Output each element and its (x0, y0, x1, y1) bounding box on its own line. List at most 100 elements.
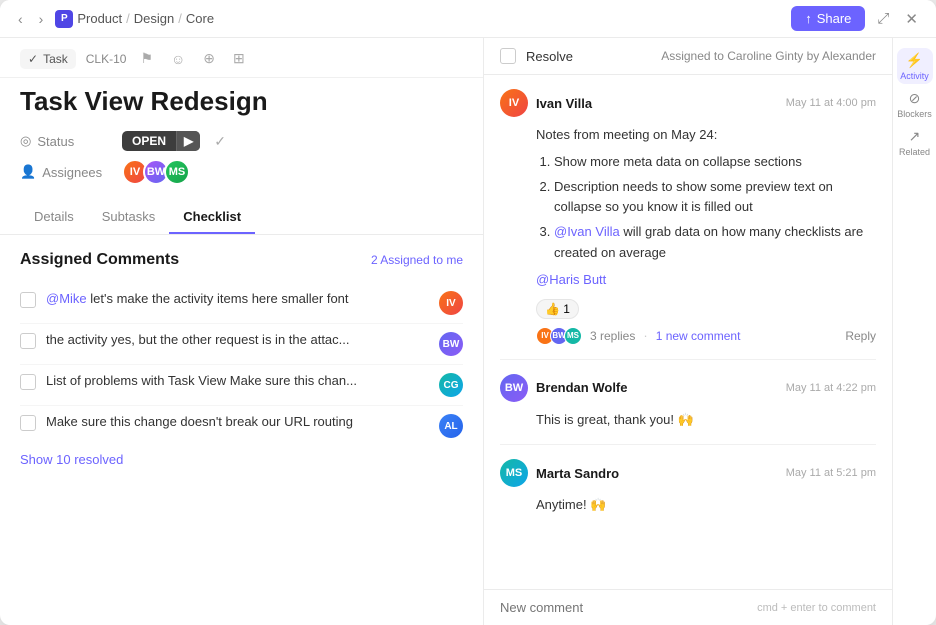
comment-ivan-username: Ivan Villa (536, 96, 592, 111)
status-row: ◎ Status OPEN ▶ ✓ (20, 131, 463, 151)
status-text: OPEN (122, 131, 176, 151)
mention-haris[interactable]: @Haris Butt (536, 272, 606, 287)
titlebar: ‹ › P Product / Design / Core ↑ Share ⤢ … (0, 0, 936, 38)
sidebar-activity-button[interactable]: ⚡ Activity (897, 48, 933, 84)
status-icon: ◎ (20, 133, 31, 149)
titlebar-left: ‹ › P Product / Design / Core (14, 9, 214, 29)
tab-checklist[interactable]: Checklist (169, 201, 255, 234)
comment-marta-username: Marta Sandro (536, 466, 619, 481)
task-tag-icon: ✓ (28, 52, 38, 66)
resolve-label: Resolve (526, 49, 573, 64)
comment-brendan-username: Brendan Wolfe (536, 380, 628, 395)
resolve-checkbox[interactable] (500, 48, 516, 64)
comment-brendan-text: This is great, thank you! 🙌 (536, 410, 876, 431)
comment-brendan-body: This is great, thank you! 🙌 (500, 410, 876, 431)
comment-marta-time: May 11 at 5:21 pm (786, 467, 876, 479)
status-dropdown-arrow[interactable]: ▶ (176, 131, 200, 151)
assignees-avatars: IV BW MS (122, 159, 190, 185)
task-title-area: Task View Redesign (0, 78, 483, 121)
mention-mike[interactable]: @Mike (46, 291, 87, 306)
task-title: Task View Redesign (20, 86, 463, 117)
expand-button[interactable]: ⤢ (873, 6, 893, 31)
mention-ivan-villa[interactable]: @Ivan Villa (554, 224, 620, 239)
comment-brendan-avatar: BW (500, 374, 528, 402)
task-tag: ✓ Task (20, 49, 76, 69)
comment-brendan-header: BW Brendan Wolfe May 11 at 4:22 pm (500, 374, 876, 402)
checklist-item-3: List of problems with Task View Make sur… (20, 365, 463, 406)
status-pill[interactable]: OPEN ▶ (122, 131, 200, 151)
activity-panel: Resolve Assigned to Caroline Ginty by Al… (484, 38, 892, 625)
comment-marta-body: Anytime! 🙌 (500, 495, 876, 516)
new-comment-badge[interactable]: 1 new comment (656, 329, 741, 343)
task-toolbar: ✓ Task CLK-10 ⚑ ☺ ⊕ ⊞ (0, 38, 483, 78)
share-button[interactable]: ↑ Share (791, 6, 865, 31)
related-icon: ↗ (909, 128, 921, 145)
close-button[interactable]: ✕ (901, 6, 922, 32)
assignees-row: 👤 Assignees IV BW MS (20, 159, 463, 185)
breadcrumb-core: Core (186, 11, 214, 26)
checklist-checkbox-1[interactable] (20, 292, 36, 308)
checklist-text-2: the activity yes, but the other request … (46, 332, 429, 347)
comment-marta: MS Marta Sandro May 11 at 5:21 pm Anytim… (500, 445, 876, 530)
activity-icon: ⚡ (906, 52, 923, 69)
back-button[interactable]: ‹ (14, 9, 27, 29)
tag-icon[interactable]: ⊕ (199, 48, 219, 69)
breadcrumb: P Product / Design / Core (55, 10, 214, 28)
reaction-bar-ivan: 👍 1 (500, 299, 876, 319)
reaction-thumbsup[interactable]: 👍 1 (536, 299, 579, 319)
titlebar-right: ↑ Share ⤢ ✕ (791, 6, 922, 32)
checklist-avatar-1: IV (439, 291, 463, 315)
comment-hint: cmd + enter to comment (757, 602, 876, 614)
assigned-count[interactable]: 2 Assigned to me (371, 253, 463, 267)
assignees-label: 👤 Assignees (20, 164, 110, 180)
share-label: Share (817, 11, 852, 26)
checklist-item-1: @Mike let's make the activity items here… (20, 283, 463, 324)
activity-label: Activity (900, 71, 929, 81)
comment-ivan: IV Ivan Villa May 11 at 4:00 pm Notes fr… (500, 75, 876, 360)
tab-subtasks[interactable]: Subtasks (88, 201, 169, 234)
right-panel: Resolve Assigned to Caroline Ginty by Al… (484, 38, 936, 625)
status-check-button[interactable]: ✓ (214, 133, 226, 150)
comment-brendan: BW Brendan Wolfe May 11 at 4:22 pm This … (500, 360, 876, 446)
sidebar-blockers-button[interactable]: ⊘ Blockers (897, 86, 933, 122)
tabs: Details Subtasks Checklist (0, 201, 483, 235)
checklist-avatar-3: CG (439, 373, 463, 397)
reply-link-ivan[interactable]: Reply (845, 329, 876, 343)
image-icon[interactable]: ⊞ (229, 48, 249, 69)
show-resolved-link[interactable]: Show 10 resolved (20, 452, 463, 467)
blockers-label: Blockers (897, 109, 932, 119)
comment-ivan-intro: Notes from meeting on May 24: (536, 125, 876, 146)
comment-input-field[interactable] (500, 600, 757, 615)
comment-input-row: cmd + enter to comment (500, 600, 876, 615)
left-panel: ✓ Task CLK-10 ⚑ ☺ ⊕ ⊞ Task View Redesign… (0, 38, 484, 625)
comment-ivan-time: May 11 at 4:00 pm (786, 97, 876, 109)
share-icon: ↑ (805, 11, 812, 26)
task-tag-label: Task (43, 52, 68, 66)
comment-ivan-list-item-2: Description needs to show some preview t… (554, 177, 876, 219)
flag-icon[interactable]: ⚑ (136, 48, 157, 69)
replies-count[interactable]: 3 replies (590, 329, 635, 343)
replies-bar-ivan: IV BW MS 3 replies · 1 new comment Reply (500, 327, 876, 345)
checklist-header: Assigned Comments 2 Assigned to me (20, 251, 463, 269)
status-label: ◎ Status (20, 133, 110, 149)
task-meta: ◎ Status OPEN ▶ ✓ 👤 Assignees (0, 121, 483, 195)
comment-ivan-list: Show more meta data on collapse sections… (536, 152, 876, 264)
checklist-checkbox-3[interactable] (20, 374, 36, 390)
reply-avatars: IV BW MS (536, 327, 582, 345)
checklist-checkbox-2[interactable] (20, 333, 36, 349)
checklist-checkbox-4[interactable] (20, 415, 36, 431)
sidebar-related-button[interactable]: ↗ Related (897, 124, 933, 160)
checklist-avatar-4: AL (439, 414, 463, 438)
comment-ivan-list-item-1: Show more meta data on collapse sections (554, 152, 876, 173)
emoji-icon[interactable]: ☺ (167, 49, 189, 69)
breadcrumb-sep-1: / (126, 11, 130, 26)
checklist-area: Assigned Comments 2 Assigned to me @Mike… (0, 235, 483, 625)
checklist-text-3: List of problems with Task View Make sur… (46, 373, 429, 388)
assignee-avatar-3: MS (164, 159, 190, 185)
breadcrumb-sep-2: / (178, 11, 182, 26)
forward-button[interactable]: › (35, 9, 48, 29)
tab-details[interactable]: Details (20, 201, 88, 234)
task-id: CLK-10 (86, 52, 127, 66)
checklist-item-2: the activity yes, but the other request … (20, 324, 463, 365)
app-logo: P (55, 10, 73, 28)
